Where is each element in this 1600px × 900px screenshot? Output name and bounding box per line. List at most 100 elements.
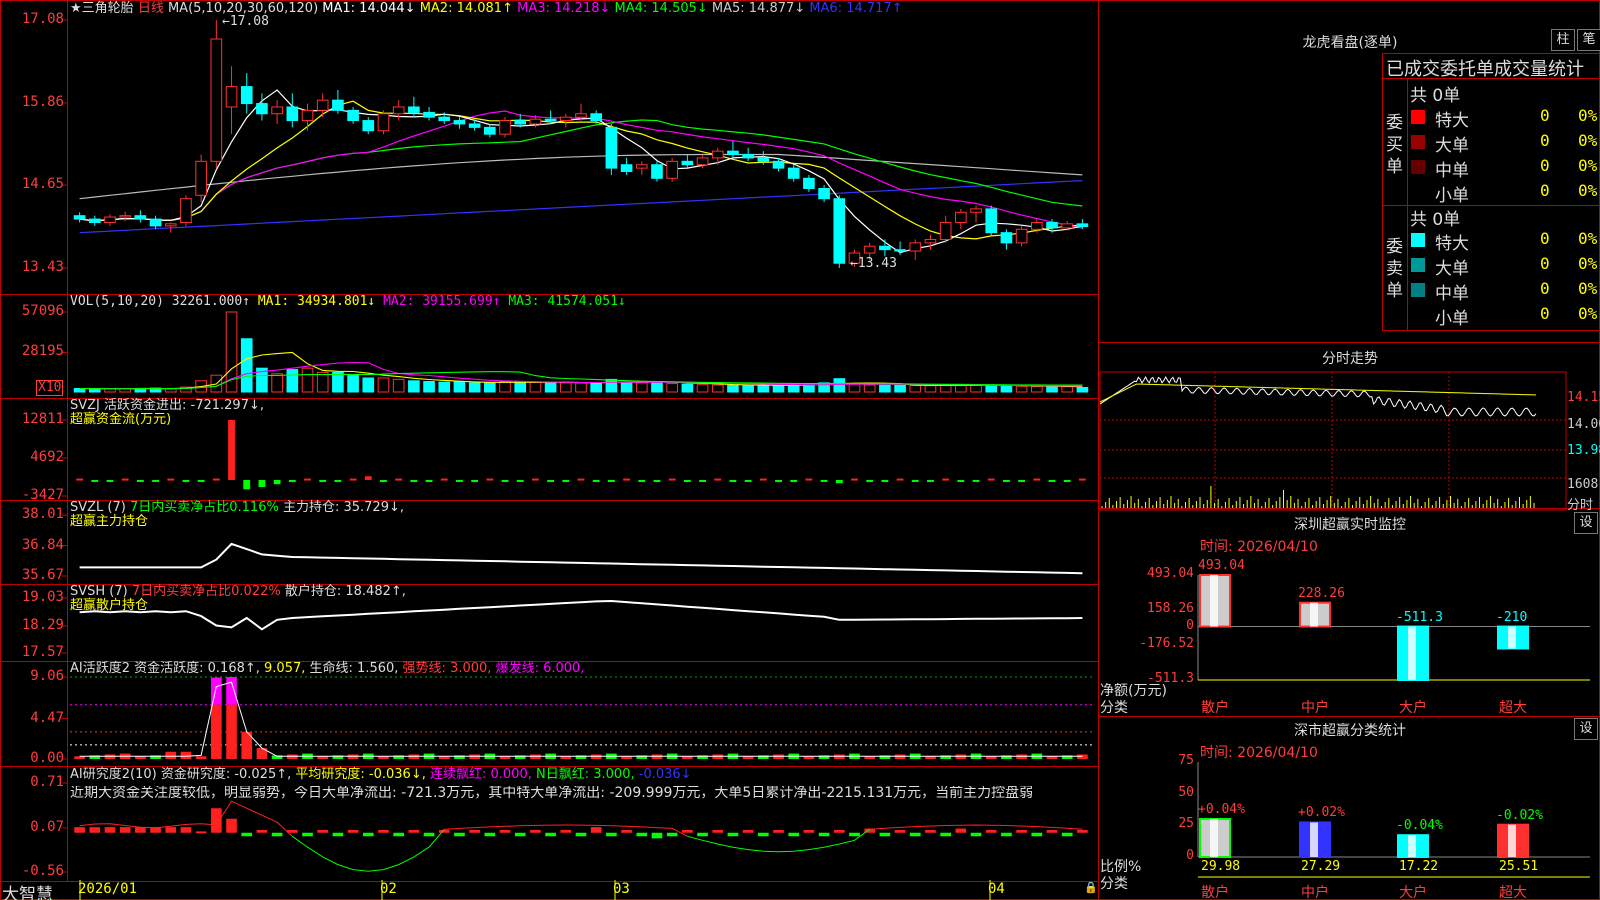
flow-bar: [152, 479, 159, 482]
candle-body: [1015, 228, 1028, 244]
ai-research-title: AI研究度2(10) 资金研究度: -0.025↑,: [70, 767, 292, 782]
vol-bar: [104, 388, 116, 393]
candle-body: [88, 218, 101, 223]
candle-body: [164, 223, 177, 227]
research-bar: [119, 827, 131, 833]
ai-active-chart[interactable]: [62, 676, 1095, 760]
vol-bar: [88, 388, 101, 393]
research-bar: [727, 832, 739, 837]
monitor-category: 超大: [1499, 700, 1527, 716]
flow-bar: [911, 479, 919, 482]
buy-total: 共 0单: [1410, 86, 1461, 106]
flow-bar: [486, 478, 494, 481]
classify-category: 大户: [1399, 885, 1427, 900]
active-bar-top: [211, 677, 222, 705]
ma-values: MA1: 14.044↓ MA2: 14.081↑ MA3: 14.218↓ M…: [322, 1, 902, 16]
ai-comment: 近期大资金关注度较低，明显弱势，今日大单净流出: -721.3万元，其中特大单净…: [70, 786, 1034, 801]
ai-active-title: AI活跃度2 资金活跃度: 0.168↑,: [70, 661, 260, 676]
vol-bar: [939, 384, 952, 393]
candle-body: [347, 109, 359, 122]
chart-canvas: [0, 0, 1600, 900]
classify-bar-highlight: [1508, 824, 1516, 857]
flow-bar: [714, 478, 722, 481]
volume-chart[interactable]: [62, 311, 1089, 393]
research-bar: [180, 827, 192, 833]
monitor-settings-button[interactable]: 设: [1574, 512, 1598, 534]
vol-bar: [757, 385, 770, 393]
vol-bar: [651, 380, 663, 393]
sell-swatch: [1411, 283, 1425, 297]
intraday-price-line: [1099, 375, 1537, 417]
classify-bar-highlight: [1310, 822, 1318, 857]
research-bar: [560, 829, 572, 833]
bar-view-button[interactable]: 柱: [1551, 29, 1575, 51]
classify-value-label: 17.22: [1399, 859, 1439, 874]
candle-body: [787, 167, 800, 179]
vol-bar: [468, 382, 481, 393]
pen-view-button[interactable]: 笔: [1577, 29, 1600, 51]
flow-bar: [1003, 479, 1010, 482]
candle-body: [377, 113, 390, 132]
flow-bar: [516, 479, 524, 482]
vol-tick: 28195: [21, 343, 64, 360]
intraday-title: 分时走势: [1322, 351, 1378, 367]
retail-holding-chart[interactable]: [62, 597, 1083, 654]
candle-body: [332, 99, 344, 111]
stats-tabs[interactable]: 已成交委托单成交量统计: [1386, 55, 1584, 81]
research-bar: [362, 832, 374, 837]
svzl-subtitle: 超赢主力持仓: [70, 514, 149, 529]
candle-body: [104, 216, 116, 223]
research-bar: [135, 827, 146, 833]
candle-body: [195, 160, 207, 196]
candle-body: [423, 111, 435, 118]
classify-bar-highlight: [1408, 835, 1416, 857]
candle-body: [1046, 221, 1058, 229]
research-bar: [909, 832, 921, 837]
research-bar: [211, 808, 222, 833]
research-bar: [1001, 832, 1012, 837]
svzl-header: SVZL (7) 7日内买卖净占比0.116% 主力持仓: 35.729↓,: [70, 500, 404, 515]
classify-change-label: -0.04%: [1396, 818, 1443, 834]
candle-body: [119, 215, 131, 218]
research-bar: [302, 832, 313, 837]
sell-label: 委卖单: [1386, 237, 1403, 301]
research-bar: [317, 829, 329, 833]
sell-qty: 0: [1540, 254, 1550, 273]
star-icon[interactable]: ★: [70, 1, 82, 16]
flow-bar: [167, 478, 175, 481]
research-bar: [241, 832, 253, 837]
svzl-holding: 主力持仓: 35.729↓,: [282, 500, 404, 515]
candle-body: [73, 215, 86, 220]
candle-body: [833, 198, 846, 264]
flow-bar: [592, 479, 600, 482]
flow-bar: [547, 479, 555, 482]
buy-swatch: [1411, 160, 1425, 174]
price-tick: 14.65: [21, 176, 64, 193]
research-bar: [606, 832, 617, 837]
vol-multiplier: X10: [36, 380, 64, 396]
candle-body: [939, 221, 952, 240]
classify-settings-button[interactable]: 设: [1574, 718, 1598, 740]
candle-body: [711, 150, 724, 159]
main-holding-chart[interactable]: [62, 514, 1083, 577]
vol-bar: [559, 382, 572, 393]
candle-body: [635, 164, 648, 169]
price-chart[interactable]: [62, 19, 1089, 269]
capital-flow-chart[interactable]: [62, 419, 1086, 497]
candle-body: [499, 120, 511, 135]
flow-bar: [531, 478, 539, 481]
vol-bar: [985, 385, 998, 393]
life-line: 生命线: 1.560,: [309, 661, 399, 676]
vol-bar: [332, 371, 344, 393]
research-bar: [1031, 832, 1043, 837]
continuous-red: 连续飘红: 0.000,: [430, 767, 532, 782]
sell-pct: 0%: [1578, 254, 1598, 273]
candle-body: [453, 120, 466, 125]
candle-body: [134, 215, 147, 220]
ma5-line: [79, 153, 1083, 200]
candle-body: [484, 126, 496, 135]
lock-icon[interactable]: 🔒: [1084, 881, 1098, 894]
research-bar: [271, 832, 283, 837]
period-label[interactable]: 日线: [138, 1, 164, 16]
monitor-bar-highlight: [1310, 602, 1318, 627]
